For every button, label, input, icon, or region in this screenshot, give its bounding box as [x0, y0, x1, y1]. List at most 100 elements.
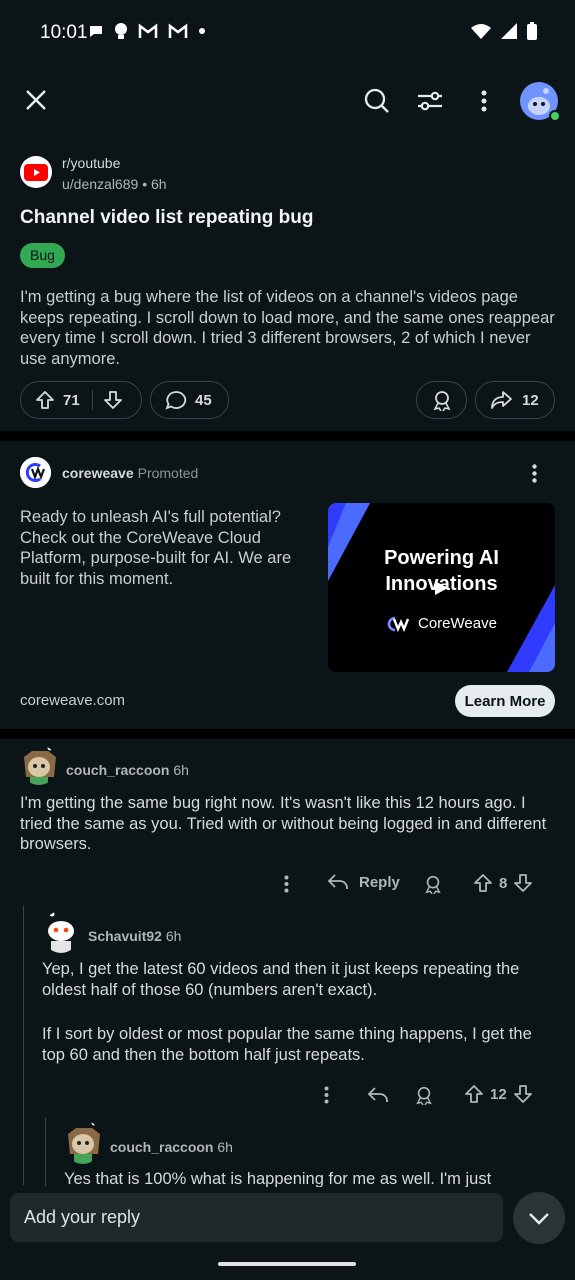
- comment-avatar[interactable]: [42, 911, 80, 953]
- search-icon: [364, 88, 389, 113]
- online-status-dot: [549, 110, 561, 122]
- upvote-icon[interactable]: [464, 1084, 484, 1104]
- comment-text: Yep, I get the latest 60 videos and then…: [42, 960, 520, 999]
- status-notification-icons: [88, 22, 206, 40]
- close-button[interactable]: [20, 84, 52, 116]
- comment-age: 6h: [217, 1139, 233, 1155]
- reply-icon: [367, 1087, 388, 1102]
- comment-more-button[interactable]: [276, 872, 296, 896]
- upvote-icon[interactable]: [473, 873, 493, 893]
- comment-username[interactable]: couch_raccoon: [110, 1139, 213, 1155]
- post-flair[interactable]: Bug: [20, 243, 65, 268]
- coreweave-logo-icon: [20, 457, 51, 488]
- ad-domain[interactable]: coreweave.com: [20, 692, 125, 709]
- upvote-icon: [36, 391, 54, 409]
- gmail-icon: [138, 23, 158, 38]
- comment-text: I'm getting the same bug right now. It's…: [20, 794, 547, 853]
- section-divider: [0, 431, 575, 441]
- ad-header: coreweave Promoted: [62, 465, 198, 481]
- lightbulb-icon: [115, 23, 127, 39]
- learn-more-button[interactable]: Learn More: [455, 685, 555, 717]
- reply-icon: [327, 874, 348, 889]
- chevron-down-icon: [529, 1213, 549, 1225]
- upvote-button[interactable]: 71: [21, 390, 80, 410]
- raccoon-avatar-icon: [24, 745, 56, 785]
- thread-line[interactable]: [45, 1117, 46, 1187]
- coreweave-mark-icon: [387, 616, 410, 632]
- comment-age: 6h: [173, 762, 189, 778]
- more-vertical-icon: [531, 463, 537, 483]
- comment-award-button[interactable]: [421, 872, 445, 896]
- ad-brand-name: CoreWeave: [418, 615, 497, 632]
- play-icon: [435, 581, 448, 595]
- ad-image-brand: CoreWeave: [386, 615, 497, 632]
- more-vertical-icon: [324, 1086, 328, 1104]
- share-button[interactable]: 12: [475, 381, 555, 419]
- wifi-icon: [471, 24, 491, 39]
- search-button[interactable]: [360, 84, 394, 118]
- award-icon: [416, 1086, 432, 1105]
- battery-icon: [527, 22, 537, 40]
- reply-label: Reply: [359, 873, 400, 891]
- advertiser-name[interactable]: coreweave: [62, 465, 134, 481]
- ad-text: Ready to unleash AI's full potential? Ch…: [20, 508, 292, 588]
- sort-filter-button[interactable]: [413, 84, 447, 118]
- comments-button[interactable]: 45: [150, 381, 229, 419]
- snoo-avatar-icon: [48, 911, 74, 953]
- comment-count: 45: [195, 391, 212, 409]
- comment-age: 6h: [165, 928, 182, 944]
- comment-username[interactable]: Schavuit92: [88, 928, 162, 944]
- section-divider: [0, 729, 575, 739]
- collapse-thread-button[interactable]: [513, 1192, 565, 1244]
- comment-text-clip: Yes that is 100% what is happening for m…: [64, 1168, 555, 1187]
- home-indicator[interactable]: [218, 1262, 356, 1266]
- thread-line[interactable]: [23, 905, 24, 1185]
- comment-avatar[interactable]: [20, 745, 58, 785]
- more-options-button[interactable]: [468, 84, 500, 118]
- comment-reply-button[interactable]: [366, 1083, 390, 1107]
- post-title: Channel video list repeating bug: [20, 207, 314, 228]
- gmail-icon: [168, 23, 188, 38]
- comment-username[interactable]: couch_raccoon: [66, 762, 169, 778]
- post-author[interactable]: u/denzal689: [62, 176, 138, 192]
- award-button[interactable]: [416, 381, 467, 419]
- youtube-icon: [24, 163, 48, 181]
- chat-bubble-icon: [90, 26, 102, 37]
- add-reply-input[interactable]: Add your reply: [10, 1193, 503, 1242]
- more-vertical-icon: [284, 875, 288, 893]
- comment-meta: couch_raccoon 6h: [110, 1139, 233, 1155]
- share-icon: [491, 391, 512, 409]
- promoted-label: Promoted: [137, 465, 199, 481]
- user-avatar[interactable]: [520, 82, 561, 122]
- comment-text: If I sort by oldest or most popular the …: [42, 1025, 532, 1064]
- subreddit-name[interactable]: r/youtube: [62, 155, 120, 171]
- post-author-line: u/denzal689 • 6h: [62, 176, 167, 192]
- downvote-icon[interactable]: [513, 1084, 533, 1104]
- raccoon-avatar-icon: [68, 1120, 100, 1164]
- comment-award-button[interactable]: [412, 1083, 436, 1107]
- comment-more-button[interactable]: [316, 1083, 336, 1107]
- comment-text: Yes that is 100% what is happening for m…: [64, 1170, 492, 1187]
- post-body: I'm getting a bug where the list of vide…: [20, 288, 555, 368]
- post-age: 6h: [150, 176, 167, 192]
- dot-icon: [199, 28, 205, 34]
- comment-meta: couch_raccoon 6h: [66, 762, 189, 778]
- downvote-icon[interactable]: [513, 873, 533, 893]
- downvote-icon: [103, 391, 122, 409]
- subreddit-icon[interactable]: [20, 156, 52, 188]
- close-icon: [26, 90, 46, 110]
- vote-count: 12: [490, 1085, 507, 1103]
- vote-pill: 71: [20, 381, 142, 419]
- ad-video-thumbnail[interactable]: Powering AI Innovations CoreWeave: [328, 503, 555, 672]
- comment-avatar[interactable]: [64, 1120, 102, 1164]
- award-icon: [425, 875, 441, 894]
- comment-icon: [165, 391, 187, 410]
- status-time: 10:01: [40, 22, 88, 43]
- comment-reply-button[interactable]: Reply: [327, 873, 400, 891]
- downvote-button[interactable]: [103, 390, 123, 410]
- vote-count: 8: [499, 874, 508, 892]
- share-count: 12: [522, 391, 539, 409]
- upvote-count: 71: [63, 391, 80, 409]
- ad-more-options-button[interactable]: [522, 458, 546, 488]
- advertiser-logo[interactable]: [20, 457, 51, 488]
